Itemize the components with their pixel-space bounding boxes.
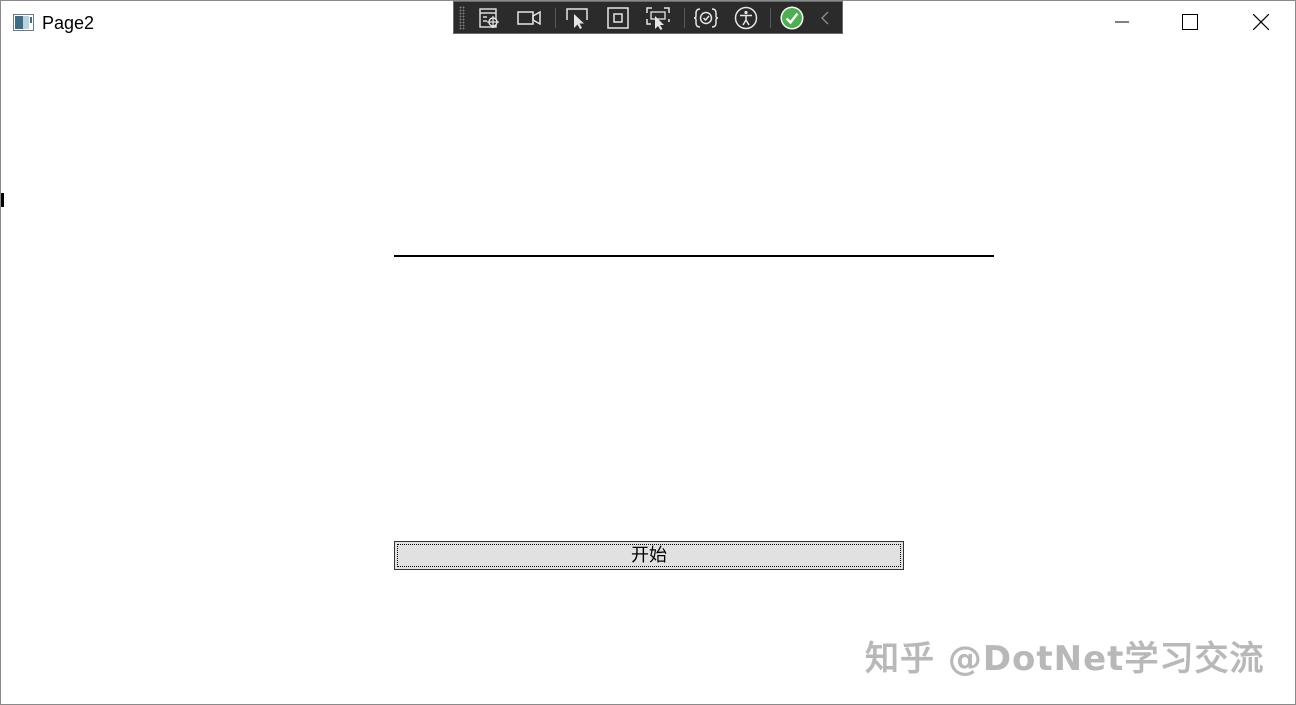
maximize-button[interactable] xyxy=(1156,1,1224,43)
collapse-chevron-icon xyxy=(821,11,829,25)
track-focus-button[interactable] xyxy=(644,5,672,31)
video-capture-button[interactable] xyxy=(515,5,543,31)
live-visual-tree-icon xyxy=(479,8,499,28)
hot-reload-status-button[interactable] xyxy=(778,5,806,31)
display-layout-adorners-icon xyxy=(607,7,629,29)
collapse-toolbar-button[interactable] xyxy=(814,5,836,31)
checkmark-icon xyxy=(780,6,804,30)
track-focused-element-icon xyxy=(646,7,670,30)
debug-toolbar[interactable] xyxy=(453,1,843,34)
minimize-button[interactable] xyxy=(1088,1,1156,43)
app-icon xyxy=(13,14,34,31)
binding-failures-button[interactable] xyxy=(692,5,720,31)
select-element-button[interactable] xyxy=(563,5,591,31)
watermark-text: 知乎 @DotNet学习交流 xyxy=(865,639,1265,679)
start-button[interactable]: 开始 xyxy=(394,541,904,570)
layout-adorners-button[interactable] xyxy=(604,5,632,31)
start-button-label: 开始 xyxy=(631,545,667,566)
maximize-icon xyxy=(1182,14,1198,30)
minimize-icon xyxy=(1115,21,1129,23)
toolbar-separator xyxy=(555,8,556,28)
window-title: Page2 xyxy=(42,13,95,33)
toolbar-separator xyxy=(770,8,771,28)
binding-failures-icon xyxy=(693,8,719,28)
toolbar-grip[interactable] xyxy=(459,6,465,30)
window-edge-marker xyxy=(1,193,4,207)
video-camera-icon xyxy=(517,10,541,26)
close-button[interactable] xyxy=(1227,1,1295,43)
select-element-icon xyxy=(566,8,588,29)
horizontal-line xyxy=(394,255,994,257)
live-visual-tree-button[interactable] xyxy=(475,5,503,31)
close-icon xyxy=(1253,14,1269,30)
toolbar-separator xyxy=(684,8,685,28)
app-window: Page2 开始 知乎 @DotNet学习交流 xyxy=(0,0,1296,705)
accessibility-icon xyxy=(734,6,758,30)
accessibility-checker-button[interactable] xyxy=(732,5,760,31)
